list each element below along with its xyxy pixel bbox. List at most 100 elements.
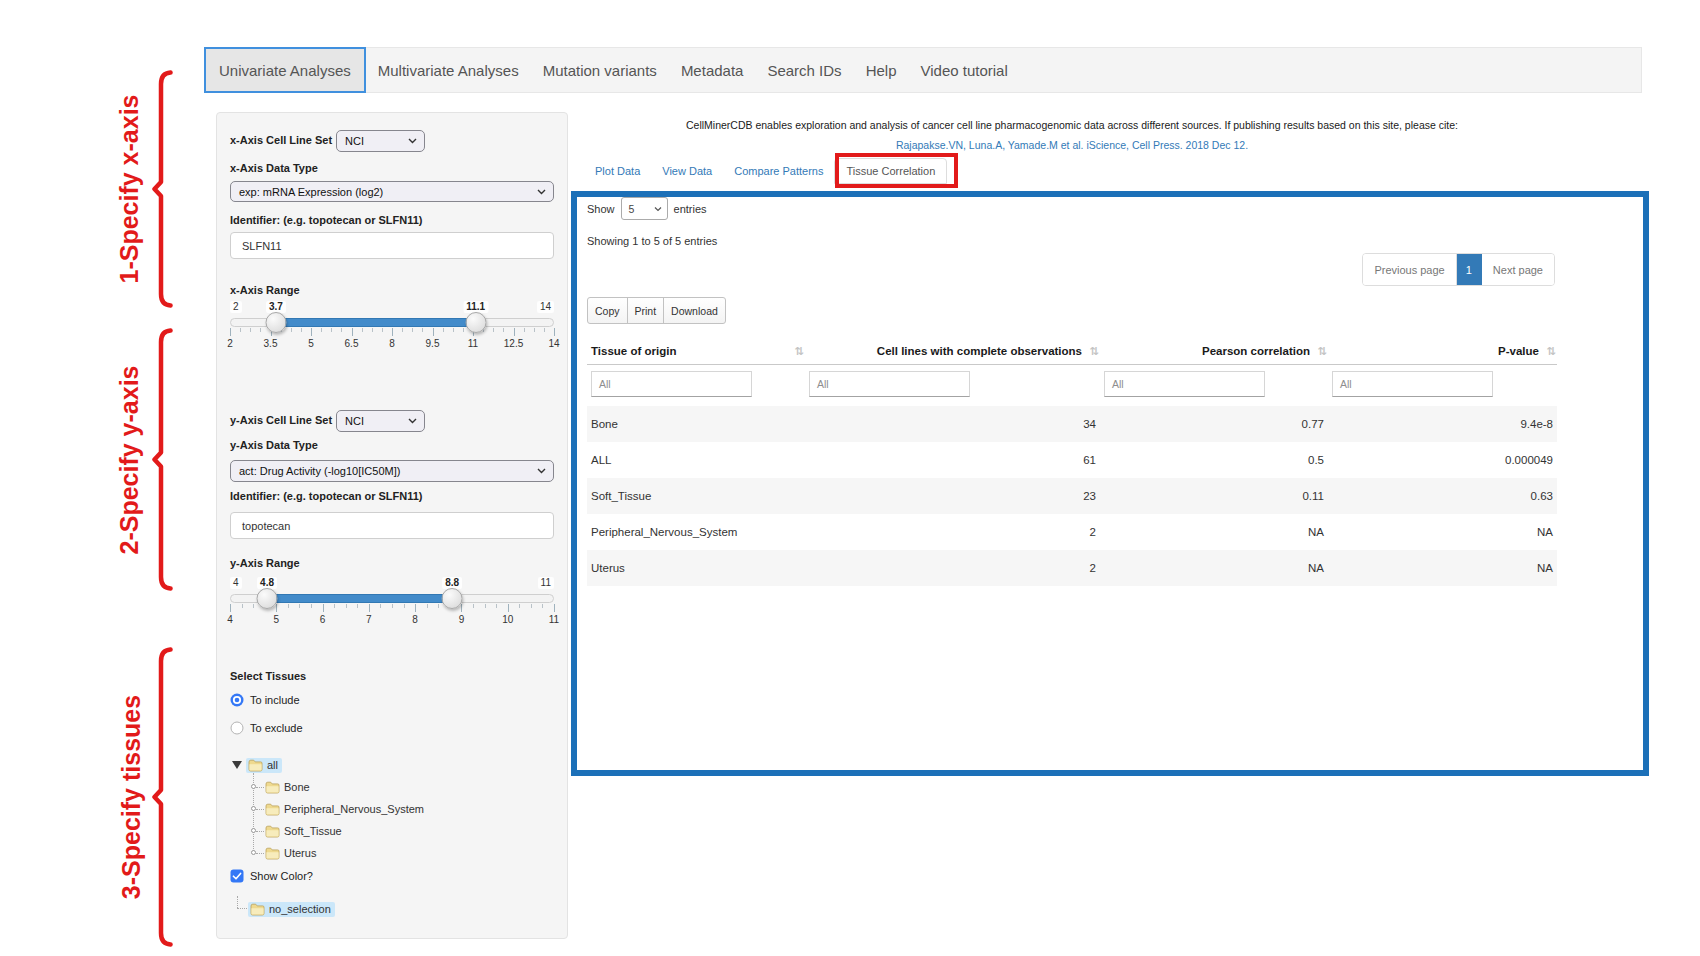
y-axis-data-type-select[interactable]: act: Drug Activity (-log10[IC50M]) — [230, 460, 554, 482]
nav-tab-help[interactable]: Help — [854, 48, 909, 92]
nav-tab-search-ids[interactable]: Search IDs — [755, 48, 853, 92]
slider-min-label: 4 — [230, 577, 242, 589]
filter-input-tissue-of-origin[interactable]: All — [591, 371, 752, 397]
tree-node-soft-tissue[interactable]: Soft_Tissue — [265, 821, 342, 841]
tree-node-peripheral-nervous-system[interactable]: Peripheral_Nervous_System — [265, 799, 424, 819]
table-row[interactable]: Uterus 2 NA NA — [587, 550, 1557, 586]
column-header-tissue-of-origin[interactable]: Tissue of origin⇅ — [587, 338, 805, 365]
tab-view-data[interactable]: View Data — [651, 158, 723, 184]
slider-max-label: 14 — [537, 301, 554, 313]
filter-input-pearson-correlation[interactable]: All — [1104, 371, 1265, 397]
tree-connector — [256, 831, 264, 832]
tree-connector — [256, 809, 264, 810]
x-axis-identifier-label: Identifier: (e.g. topotecan or SLFN11) — [230, 214, 423, 226]
tree-connector — [256, 787, 264, 788]
tree-node-no-selection[interactable]: no_selection — [248, 899, 335, 919]
x-axis-range-slider[interactable]: 2 14 3.7 11.1 2 3.5 5 6.5 8 9.5 11 12.5 … — [230, 301, 554, 353]
folder-icon — [265, 803, 280, 816]
tree-open-caret-icon — [232, 761, 242, 769]
y-axis-identifier-label: Identifier: (e.g. topotecan or SLFN11) — [230, 490, 423, 502]
y-axis-range-slider[interactable]: 4 11 4.8 8.8 4 5 6 7 8 9 10 11 — [230, 577, 554, 629]
table-row[interactable]: Soft_Tissue 23 0.11 0.63 — [587, 478, 1557, 514]
filter-input-cell-lines[interactable]: All — [809, 371, 970, 397]
tab-plot-data[interactable]: Plot Data — [584, 158, 651, 184]
chevron-down-icon — [537, 468, 546, 474]
show-color-checkbox[interactable]: Show Color? — [230, 869, 313, 883]
tab-compare-patterns[interactable]: Compare Patterns — [723, 158, 834, 184]
next-page-button[interactable]: Next page — [1482, 254, 1554, 285]
slider-min-label: 2 — [230, 301, 242, 313]
x-axis-data-type-label: x-Axis Data Type — [230, 162, 318, 174]
x-axis-range-label: x-Axis Range — [230, 284, 300, 296]
copy-button[interactable]: Copy — [587, 297, 628, 324]
select-tissues-label: Select Tissues — [230, 670, 306, 682]
sort-icon[interactable]: ⇅ — [1318, 345, 1326, 358]
slider-handle-to[interactable] — [442, 588, 463, 609]
tissue-correlation-panel: Show 5 entries Showing 1 to 5 of 5 entri… — [571, 191, 1649, 776]
chevron-down-icon — [408, 138, 417, 144]
folder-icon — [265, 781, 280, 794]
checkbox-checked-icon — [230, 869, 244, 883]
table-info: Showing 1 to 5 of 5 entries — [587, 235, 717, 247]
column-header-cell-lines[interactable]: Cell lines with complete observations⇅ — [805, 338, 1100, 365]
filter-input-p-value[interactable]: All — [1332, 371, 1493, 397]
radio-to-exclude[interactable]: To exclude — [230, 721, 303, 735]
nav-tab-univariate-analyses[interactable]: Univariate Analyses — [204, 47, 366, 93]
slider-selected-range — [267, 594, 452, 603]
nav-tab-mutation-variants[interactable]: Mutation variants — [531, 48, 669, 92]
show-label: Show — [587, 203, 615, 215]
export-buttons: Copy Print Download — [587, 297, 726, 324]
tree-connector — [237, 908, 247, 909]
sort-icon[interactable]: ⇅ — [1090, 345, 1098, 358]
annotation-label-x-axis: 1-Specify x-axis — [115, 95, 144, 284]
radio-to-include[interactable]: To include — [230, 693, 300, 707]
page-1-button[interactable]: 1 — [1457, 254, 1482, 285]
column-header-p-value[interactable]: P-value⇅ — [1328, 338, 1557, 365]
x-axis-cell-line-set-label: x-Axis Cell Line Set — [230, 134, 332, 146]
y-axis-cell-line-set-label: y-Axis Cell Line Set — [230, 414, 332, 426]
y-axis-cell-line-set-select[interactable]: NCI — [336, 410, 425, 432]
citation-link[interactable]: Rajapakse.VN, Luna.A, Yamade.M et al. iS… — [571, 139, 1573, 151]
chevron-down-icon — [654, 206, 662, 211]
entries-label: entries — [674, 203, 707, 215]
slider-selected-range — [276, 318, 476, 327]
table-row[interactable]: Peripheral_Nervous_System 2 NA NA — [587, 514, 1557, 550]
y-axis-data-type-label: y-Axis Data Type — [230, 439, 318, 451]
y-axis-identifier-input[interactable]: topotecan — [230, 512, 554, 539]
radio-checked-icon — [230, 693, 244, 707]
nav-tab-metadata[interactable]: Metadata — [669, 48, 756, 92]
chevron-down-icon — [408, 418, 417, 424]
pagination: Previous page 1 Next page — [1362, 253, 1555, 286]
x-axis-data-type-select[interactable]: exp: mRNA Expression (log2) — [230, 181, 554, 202]
slider-handle-to[interactable] — [465, 312, 486, 333]
folder-icon — [265, 825, 280, 838]
previous-page-button[interactable]: Previous page — [1363, 254, 1456, 285]
slider-handle-from[interactable] — [257, 588, 278, 609]
table-row[interactable]: Bone 34 0.77 9.4e-8 — [587, 406, 1557, 442]
column-header-pearson-correlation[interactable]: Pearson correlation⇅ — [1100, 338, 1328, 365]
slider-handle-from[interactable] — [265, 312, 286, 333]
page-length-select[interactable]: 5 — [621, 197, 668, 220]
tree-node-all[interactable]: all — [232, 755, 282, 775]
x-axis-identifier-input[interactable]: SLFN11 — [230, 232, 554, 259]
print-button[interactable]: Print — [627, 297, 665, 324]
annotation-label-tissues: 3-Specify tissues — [117, 695, 146, 899]
folder-icon — [250, 903, 265, 916]
annotation-brace-y-axis — [147, 328, 173, 591]
radio-unchecked-icon — [230, 721, 244, 735]
tree-connector — [256, 853, 264, 854]
download-button[interactable]: Download — [663, 297, 726, 324]
page-length-control: Show 5 entries — [587, 197, 707, 220]
sort-icon[interactable]: ⇅ — [795, 345, 803, 358]
tree-node-bone[interactable]: Bone — [265, 777, 310, 797]
nav-tab-multivariate-analyses[interactable]: Multivariate Analyses — [366, 48, 531, 92]
control-sidebar: x-Axis Cell Line Set NCI x-Axis Data Typ… — [216, 112, 568, 939]
annotation-label-y-axis: 2-Specify y-axis — [115, 366, 144, 555]
slider-grid: 4 5 6 7 8 9 10 11 — [230, 604, 554, 628]
x-axis-cell-line-set-select[interactable]: NCI — [336, 130, 425, 152]
sort-icon[interactable]: ⇅ — [1547, 345, 1555, 358]
y-axis-range-label: y-Axis Range — [230, 557, 300, 569]
nav-tab-video-tutorial[interactable]: Video tutorial — [908, 48, 1019, 92]
table-row[interactable]: ALL 61 0.5 0.000049 — [587, 442, 1557, 478]
tree-node-uterus[interactable]: Uterus — [265, 843, 316, 863]
